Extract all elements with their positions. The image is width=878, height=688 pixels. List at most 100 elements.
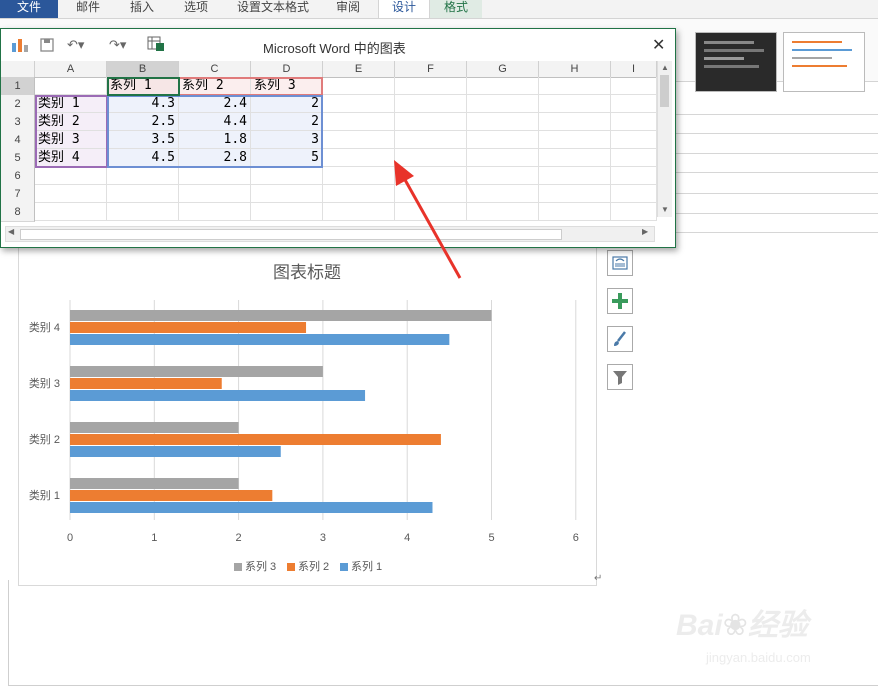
cell[interactable]: [323, 149, 395, 167]
cell[interactable]: [539, 95, 611, 113]
cell[interactable]: [251, 167, 323, 185]
cell[interactable]: [539, 167, 611, 185]
value-cell[interactable]: 4.4: [179, 113, 251, 131]
column-header-g[interactable]: G: [467, 61, 539, 78]
cell[interactable]: [611, 77, 657, 95]
cell[interactable]: [467, 203, 539, 221]
series-header-cell[interactable]: 系列 2: [179, 77, 251, 95]
value-cell[interactable]: 2.4: [179, 95, 251, 113]
cell[interactable]: [107, 167, 179, 185]
cell[interactable]: [179, 167, 251, 185]
cell[interactable]: [323, 131, 395, 149]
spreadsheet-grid[interactable]: A B C D E F G H I 1 2 3 4 5 6 7 8 系列 1 系列 2 系列 3 类别 1 4.3 2.4 2…: [1, 61, 657, 249]
horizontal-scrollbar[interactable]: ◀ ▶: [5, 226, 655, 242]
cell[interactable]: [611, 131, 657, 149]
cell[interactable]: [539, 77, 611, 95]
column-header-c[interactable]: C: [179, 61, 251, 78]
select-all-corner[interactable]: [1, 61, 35, 78]
cell[interactable]: [107, 185, 179, 203]
cell[interactable]: [107, 203, 179, 221]
save-icon[interactable]: [39, 37, 55, 53]
layout-options-button[interactable]: [607, 250, 633, 276]
value-cell[interactable]: 2.5: [107, 113, 179, 131]
cell[interactable]: [323, 95, 395, 113]
cell[interactable]: [395, 95, 467, 113]
row-header-7[interactable]: 7: [1, 185, 35, 204]
cell[interactable]: [467, 113, 539, 131]
cell[interactable]: [539, 203, 611, 221]
vertical-scroll-thumb[interactable]: [660, 75, 669, 107]
cell[interactable]: [395, 131, 467, 149]
undo-icon[interactable]: ↶▾: [67, 37, 84, 53]
value-cell[interactable]: 2.8: [179, 149, 251, 167]
scroll-down-icon[interactable]: ▼: [661, 205, 669, 214]
column-header-b[interactable]: B: [107, 61, 179, 78]
cell[interactable]: [539, 131, 611, 149]
cell[interactable]: [395, 167, 467, 185]
cell[interactable]: [467, 77, 539, 95]
cell[interactable]: [539, 185, 611, 203]
redo-icon[interactable]: ↷▾: [109, 37, 126, 53]
scroll-right-icon[interactable]: ▶: [642, 227, 648, 236]
cell[interactable]: [611, 95, 657, 113]
cell[interactable]: [395, 185, 467, 203]
cell[interactable]: [179, 185, 251, 203]
cell[interactable]: [467, 95, 539, 113]
tab-format[interactable]: 格式: [430, 0, 482, 18]
cell[interactable]: [467, 149, 539, 167]
column-header-h[interactable]: H: [539, 61, 611, 78]
cell[interactable]: [611, 185, 657, 203]
edit-in-excel-icon[interactable]: [147, 36, 165, 52]
cell[interactable]: [395, 149, 467, 167]
cell[interactable]: [35, 203, 107, 221]
column-header-i[interactable]: I: [611, 61, 657, 78]
cell[interactable]: [251, 203, 323, 221]
close-icon[interactable]: ✕: [652, 35, 665, 55]
value-cell[interactable]: 4.5: [107, 149, 179, 167]
tab-insert[interactable]: 插入: [120, 0, 164, 18]
cell[interactable]: [323, 113, 395, 131]
row-header-8[interactable]: 8: [1, 203, 35, 222]
cell[interactable]: [323, 77, 395, 95]
category-label-cell[interactable]: 类别 4: [35, 149, 107, 167]
scroll-up-icon[interactable]: ▲: [661, 63, 669, 72]
row-header-4[interactable]: 4: [1, 131, 35, 150]
cell[interactable]: [395, 113, 467, 131]
cell[interactable]: [395, 77, 467, 95]
value-cell[interactable]: 5: [251, 149, 323, 167]
chart-elements-button[interactable]: [607, 288, 633, 314]
tab-mailings[interactable]: 邮件: [66, 0, 110, 18]
cell[interactable]: [467, 167, 539, 185]
cell[interactable]: [323, 203, 395, 221]
column-header-e[interactable]: E: [323, 61, 395, 78]
value-cell[interactable]: 3: [251, 131, 323, 149]
category-label-cell[interactable]: 类别 1: [35, 95, 107, 113]
value-cell[interactable]: 4.3: [107, 95, 179, 113]
series-header-cell[interactable]: 系列 1: [107, 77, 179, 95]
cell[interactable]: [323, 185, 395, 203]
cell[interactable]: [251, 185, 323, 203]
chart-styles-button[interactable]: [607, 326, 633, 352]
cell[interactable]: [611, 203, 657, 221]
vertical-scrollbar[interactable]: ▲ ▼: [657, 61, 672, 217]
column-header-a[interactable]: A: [35, 61, 107, 78]
cell[interactable]: [611, 167, 657, 185]
chart-filters-button[interactable]: [607, 364, 633, 390]
cell[interactable]: [611, 113, 657, 131]
category-label-cell[interactable]: 类别 3: [35, 131, 107, 149]
chart-style-dark-thumbnail[interactable]: [695, 32, 777, 92]
column-header-f[interactable]: F: [395, 61, 467, 78]
column-header-d[interactable]: D: [251, 61, 323, 78]
tab-review[interactable]: 审阅: [328, 0, 368, 18]
tab-format-text[interactable]: 设置文本格式: [228, 0, 318, 18]
row-header-3[interactable]: 3: [1, 113, 35, 132]
cell[interactable]: [467, 185, 539, 203]
series-header-cell[interactable]: 系列 3: [251, 77, 323, 95]
row-header-6[interactable]: 6: [1, 167, 35, 186]
value-cell[interactable]: 2: [251, 95, 323, 113]
tab-design[interactable]: 设计: [378, 0, 430, 18]
cell[interactable]: [35, 77, 107, 95]
chart-data-window[interactable]: ↶▾ ↷▾ Microsoft Word 中的图表 ✕ ABCDEFGHI123…: [0, 28, 676, 248]
cell[interactable]: [467, 131, 539, 149]
row-header-1[interactable]: 1: [1, 77, 35, 96]
